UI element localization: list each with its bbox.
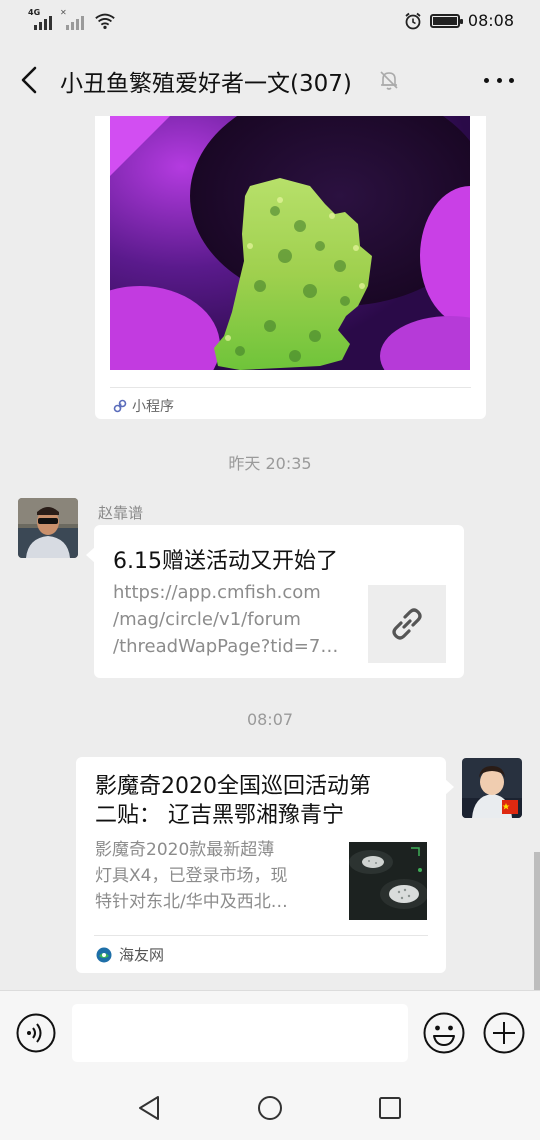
plus-circle-icon[interactable] <box>483 1012 525 1054</box>
title-bar: 小丑鱼繁殖爱好者一文(307) <box>0 44 540 116</box>
article-desc-line: 灯具X4，已登录市场，现 <box>95 866 288 886</box>
article-message-card[interactable]: 影魔奇2020全国巡回活动第 二贴： 辽吉黑鄂湘豫青宁 影魔奇2020款最新超薄… <box>76 757 454 973</box>
status-bar: 4G ✕ 08:08 <box>0 0 540 44</box>
article-desc-line: 影魔奇2020款最新超薄 <box>95 840 275 860</box>
article-description: 影魔奇2020款最新超薄 灯具X4，已登录市场，现 特针对东北/华中及西北… <box>95 837 321 915</box>
chat-area[interactable]: 小程序 昨天 20:35 赵靠谱 6.15赠送活动又开始了 https://ap… <box>0 116 540 990</box>
link-url-line: https://app.cmfish.com <box>113 582 321 603</box>
article-title-line: 影魔奇2020全国巡回活动第 <box>95 774 371 799</box>
article-thumbnail <box>349 842 427 920</box>
input-bar <box>0 990 540 1074</box>
signal-icon: 4G <box>28 8 52 30</box>
mini-program-label: 小程序 <box>132 399 174 415</box>
bell-off-icon <box>380 71 398 90</box>
clock: 08:08 <box>467 11 514 30</box>
alarm-icon <box>405 12 421 29</box>
emoji-icon[interactable] <box>423 1012 465 1054</box>
article-title: 影魔奇2020全国巡回活动第 二贴： 辽吉黑鄂湘豫青宁 <box>95 772 430 830</box>
divider <box>110 387 471 388</box>
mini-program-icon <box>113 399 127 413</box>
signal-2-icon: ✕ <box>60 8 84 30</box>
chevron-left-icon[interactable] <box>14 64 46 96</box>
haiyou-logo-icon <box>96 947 112 962</box>
link-title: 6.15赠送活动又开始了 <box>113 549 338 574</box>
link-icon <box>392 608 422 640</box>
more-dots-icon[interactable] <box>484 66 514 94</box>
divider <box>94 935 428 936</box>
voice-icon[interactable] <box>16 1013 56 1053</box>
timestamp: 08:07 <box>246 710 294 729</box>
article-title-line: 二贴： 辽吉黑鄂湘豫青宁 <box>95 803 344 828</box>
message-input[interactable] <box>72 1004 408 1062</box>
article-desc-line: 特针对东北/华中及西北… <box>95 892 288 912</box>
wifi-icon <box>95 13 115 30</box>
status-right: 08:08 <box>404 11 514 30</box>
mini-program-card[interactable]: 小程序 <box>95 116 486 419</box>
nav-back-icon[interactable] <box>136 1094 164 1122</box>
link-url-line: /mag/circle/v1/forum <box>113 609 301 630</box>
nav-recent-icon[interactable] <box>376 1094 404 1122</box>
mini-program-footer: 小程序 <box>113 396 174 416</box>
navigation-bar <box>0 1074 540 1140</box>
link-message-card[interactable]: 6.15赠送活动又开始了 https://app.cmfish.com /mag… <box>86 525 464 678</box>
link-url-line: /threadWapPage?tid=7… <box>113 636 339 657</box>
article-source-label: 海友网 <box>119 946 165 964</box>
scrollbar[interactable] <box>534 852 540 990</box>
coral-image[interactable] <box>110 116 470 370</box>
chat-title: 小丑鱼繁殖爱好者一文(307) <box>60 71 352 97</box>
status-left: 4G ✕ <box>28 8 116 30</box>
avatar[interactable] <box>18 498 78 558</box>
timestamp: 昨天 20:35 <box>228 454 312 473</box>
nav-home-icon[interactable] <box>256 1094 284 1122</box>
article-source: 海友网 <box>96 944 164 965</box>
avatar[interactable] <box>462 758 522 818</box>
link-thumbnail <box>368 585 446 663</box>
sender-name: 赵靠谱 <box>98 504 144 522</box>
link-url: https://app.cmfish.com /mag/circle/v1/fo… <box>113 579 349 660</box>
battery-icon <box>429 13 463 28</box>
